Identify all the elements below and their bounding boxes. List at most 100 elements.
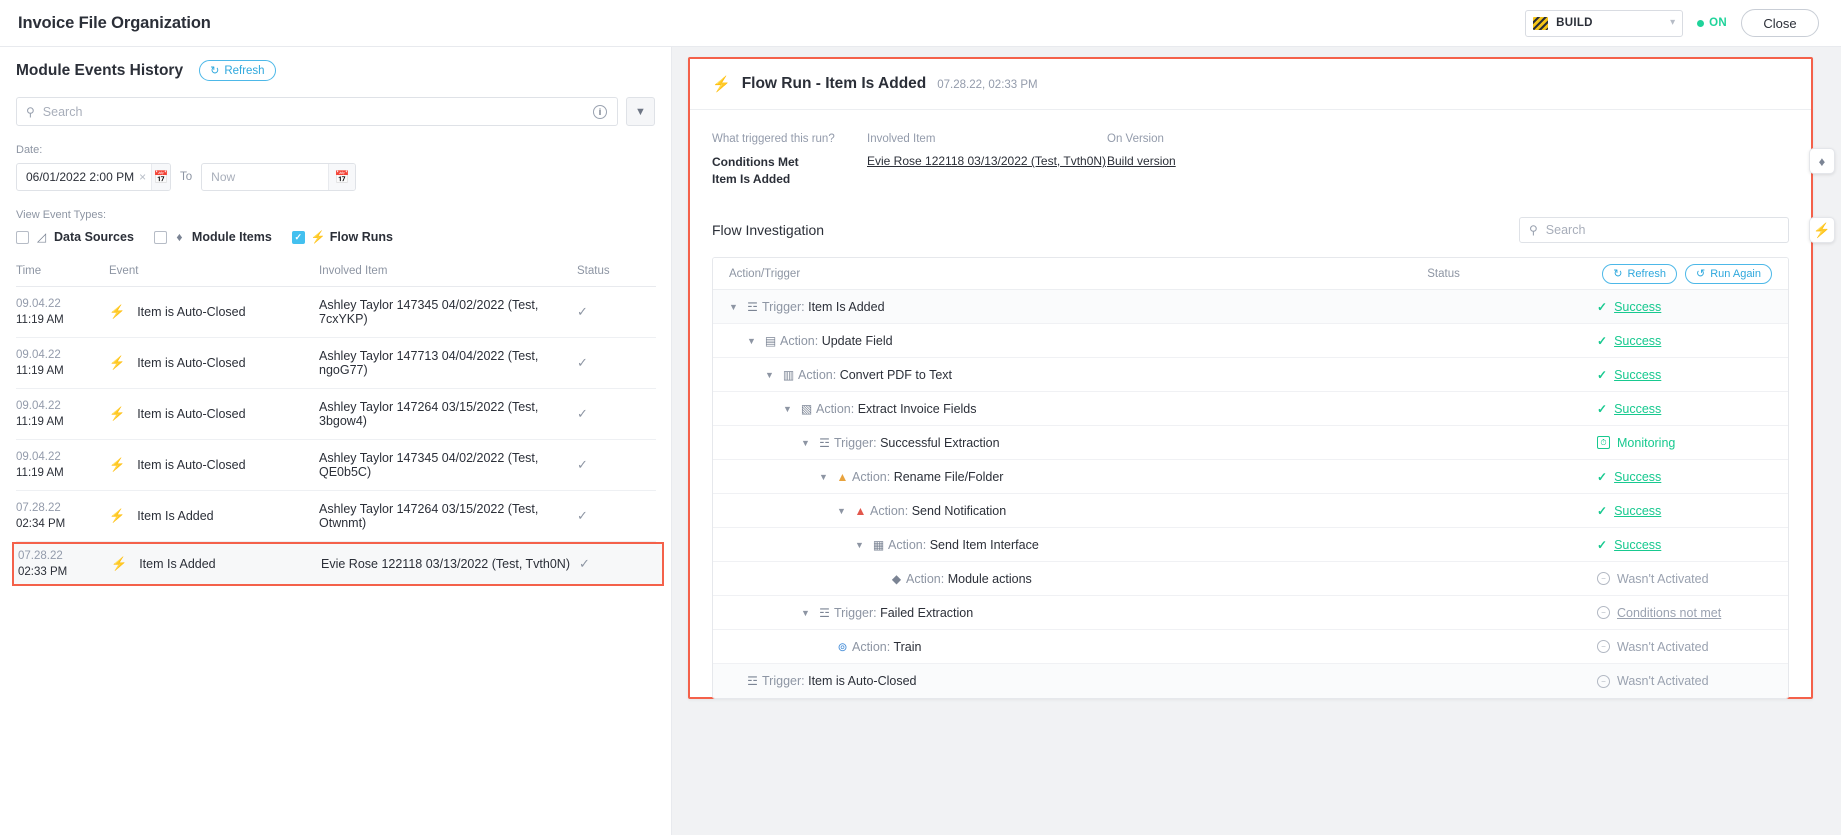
flow-search-box[interactable]: ⚲ [1519,217,1789,243]
chevron-down-icon[interactable]: ▼ [765,370,779,380]
calendar-icon-from[interactable]: 📅 [151,164,170,190]
striped-square-icon [1533,17,1548,30]
chevron-down-icon[interactable]: ▼ [783,404,797,414]
side-tab-drop[interactable]: ♦ [1809,148,1835,174]
row-status: ✓ [577,355,652,371]
table-row[interactable]: 09.04.2211:19 AM⚡Item is Auto-ClosedAshl… [16,287,656,338]
table-row[interactable]: 07.28.2202:34 PM⚡Item Is AddedAshley Tay… [16,491,656,542]
meta-link-involved-item[interactable]: Evie Rose 122118 03/13/2022 (Test, Tvth0… [867,154,1106,168]
chevron-down-icon[interactable]: ▼ [837,506,851,516]
flow-row-status[interactable]: Success [1614,538,1661,552]
flow-row-name: Item Is Added [808,300,884,314]
chevron-down-icon[interactable]: ▼ [729,302,743,312]
checkbox-module-items[interactable] [154,231,167,244]
search-input[interactable] [35,105,593,119]
flow-row-text: Action: Update Field [780,334,893,348]
event-type-flow-runs[interactable]: ✓ ⚡ Flow Runs [292,230,393,244]
flow-row-kind: Action: [798,368,836,382]
meta-involved-item: Involved Item Evie Rose 122118 03/13/202… [867,133,1107,188]
flow-row[interactable]: ▼☲Trigger: Item Is Added✓Success [713,290,1788,324]
flow-row[interactable]: ▼▲Action: Rename File/Folder✓Success [713,460,1788,494]
event-type-module-items[interactable]: ♦ Module Items [154,230,272,244]
flow-investigation-table: Action/Trigger Status ↻ Refresh ↺ Run Ag… [712,257,1789,699]
chevron-down-icon[interactable]: ▼ [801,608,815,618]
date-to-field[interactable]: Now 📅 [201,163,356,191]
close-button[interactable]: Close [1741,9,1819,37]
search-box[interactable]: ⚲ i [16,97,618,126]
events-table-header: Time Event Involved Item Status [16,265,656,287]
plug-icon: ◿ [35,230,48,244]
chevron-down-icon[interactable]: ▼ [801,438,815,448]
row-date: 09.04.22 [16,349,61,361]
flow-row-label: ▼▤Action: Update Field [729,334,1597,348]
flow-row-status[interactable]: Success [1614,504,1661,518]
refresh-button[interactable]: ↻ Refresh [199,60,276,81]
flow-row-kind: Action: [888,538,926,552]
flow-row-status[interactable]: Success [1614,368,1661,382]
flow-row[interactable]: ▼▦Action: Send Item Interface✓Success [713,528,1788,562]
date-from-field[interactable]: 06/01/2022 2:00 PM × 📅 [16,163,171,191]
flow-row-status-cell: −Wasn't Activated [1597,640,1772,654]
row-event-name: Item is Auto-Closed [137,356,245,370]
clear-date-icon[interactable]: × [134,170,151,184]
run-again-button[interactable]: ↺ Run Again [1685,264,1772,284]
table-row[interactable]: 07.28.2202:33 PM⚡Item Is AddedEvie Rose … [12,542,664,586]
flow-row[interactable]: ▼⊚Action: Train−Wasn't Activated [713,630,1788,664]
table-row[interactable]: 09.04.2211:19 AM⚡Item is Auto-ClosedAshl… [16,389,656,440]
flow-row[interactable]: ▼▥Action: Convert PDF to Text✓Success [713,358,1788,392]
flow-row-status: Wasn't Activated [1617,640,1709,654]
drop-icon: ♦ [1819,154,1826,169]
flow-investigation-title: Flow Investigation [712,222,824,238]
meta-link-on-version[interactable]: Build version [1107,154,1176,168]
table-row[interactable]: 09.04.2211:19 AM⚡Item is Auto-ClosedAshl… [16,338,656,389]
column-header-event: Event [109,265,319,277]
flow-row[interactable]: ▼☲Trigger: Failed Extraction−Conditions … [713,596,1788,630]
row-event: ⚡Item is Auto-Closed [109,457,319,473]
chevron-down-icon[interactable]: ▼ [819,472,833,482]
flow-row-kind: Trigger: [834,436,877,450]
flow-table-header: Action/Trigger Status ↻ Refresh ↺ Run Ag… [713,258,1788,290]
flow-refresh-button[interactable]: ↻ Refresh [1602,264,1677,284]
flow-row-status[interactable]: Success [1614,300,1661,314]
flow-row-name: Update Field [822,334,893,348]
flow-row[interactable]: ▼▧Action: Extract Invoice Fields✓Success [713,392,1788,426]
flow-row-status: Monitoring [1617,436,1675,450]
row-status: ✓ [577,508,652,524]
status-badge-label: ON [1709,17,1727,29]
filter-button[interactable]: ▼ [626,97,655,126]
inactive-icon: − [1597,572,1610,585]
search-icon: ⚲ [1529,223,1538,237]
chevron-down-icon[interactable]: ▼ [747,336,761,346]
flow-run-detail-area: ⚡ Flow Run - Item Is Added 07.28.22, 02:… [672,47,1841,835]
flow-row[interactable]: ▼◆Action: Module actions−Wasn't Activate… [713,562,1788,596]
row-clock: 11:19 AM [16,314,64,326]
chevron-down-icon[interactable]: ▼ [855,540,869,550]
flow-row-kind: Action: [852,640,890,654]
flow-row[interactable]: ▼☲Trigger: Item is Auto-Closed−Wasn't Ac… [713,664,1788,698]
flow-row-status-cell: −Wasn't Activated [1597,674,1772,688]
check-icon: ✓ [1597,538,1607,552]
flow-row-status[interactable]: Success [1614,402,1661,416]
flow-row[interactable]: ▼☲Trigger: Successful Extraction⏱Monitor… [713,426,1788,460]
build-version-select[interactable]: BUILD ▾ [1525,10,1683,37]
event-type-label-module-items: Module Items [192,230,272,244]
flow-row-kind: Action: [852,470,890,484]
calendar-icon-to[interactable]: 📅 [328,164,355,190]
flow-row-kind: Action: [906,572,944,586]
checkbox-flow-runs[interactable]: ✓ [292,231,305,244]
flow-search-input[interactable] [1538,223,1788,237]
bolt-icon: ⚡ [1813,222,1830,239]
flow-row[interactable]: ▼▤Action: Update Field✓Success [713,324,1788,358]
trigger-filter-icon: ☲ [743,674,762,688]
info-icon[interactable]: i [593,105,607,119]
view-event-types-label: View Event Types: [16,209,655,221]
flow-row[interactable]: ▼▲Action: Send Notification✓Success [713,494,1788,528]
checkbox-data-sources[interactable] [16,231,29,244]
table-row[interactable]: 09.04.2211:19 AM⚡Item is Auto-ClosedAshl… [16,440,656,491]
event-type-data-sources[interactable]: ◿ Data Sources [16,230,134,244]
row-time: 09.04.2211:19 AM [16,449,109,481]
flow-row-status[interactable]: Success [1614,470,1661,484]
flow-row-status[interactable]: Conditions not met [1617,606,1721,620]
side-tab-bolt[interactable]: ⚡ [1809,217,1835,243]
flow-row-status[interactable]: Success [1614,334,1661,348]
